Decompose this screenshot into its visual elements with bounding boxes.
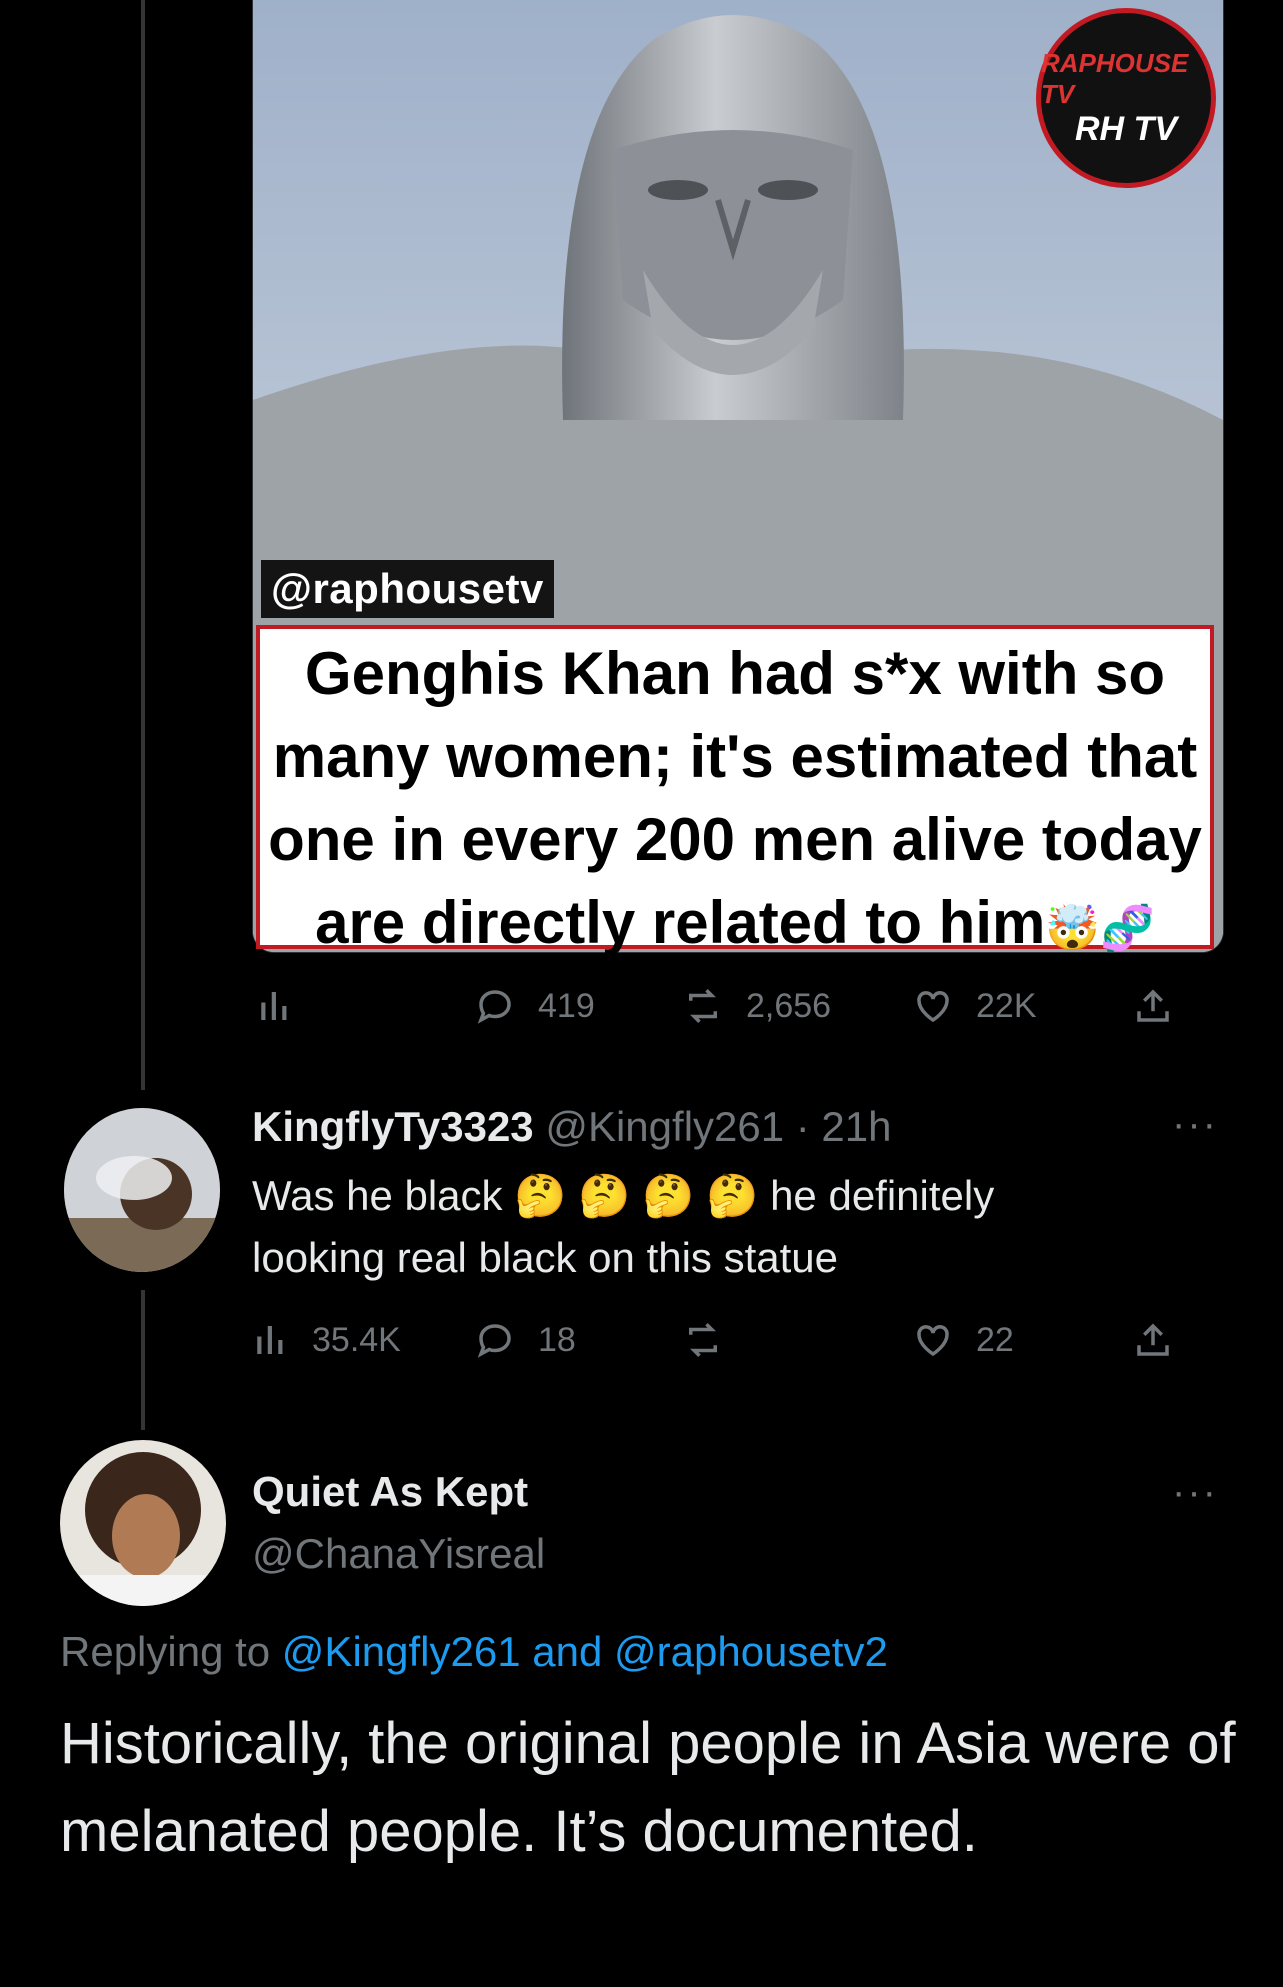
- reply1-line2: looking real black on this statue: [252, 1234, 839, 1281]
- reply1-text-start: Was he black: [252, 1172, 503, 1219]
- replying-user-raphouse[interactable]: @raphousetv2: [614, 1628, 888, 1675]
- avatar-kingfly[interactable]: [64, 1108, 220, 1272]
- reply1-timestamp[interactable]: · 21h: [796, 1103, 892, 1150]
- caption-emoji: 🤯🧬: [1045, 904, 1155, 953]
- watermark-bottom-text: RH TV: [1075, 109, 1177, 148]
- reply-icon: [477, 990, 511, 1024]
- reply1-reply-count: 18: [538, 1320, 576, 1359]
- focused-tweet-text: Historically, the original people in Asi…: [60, 1711, 1236, 1864]
- reply2-handle[interactable]: @ChanaYisreal: [252, 1530, 545, 1578]
- replying-user-kingfly[interactable]: @Kingfly261: [282, 1628, 521, 1675]
- share-icon: [1137, 989, 1169, 1022]
- thread-line-mid: [141, 1290, 145, 1430]
- avatar-chana-image: [60, 1440, 226, 1606]
- avatar-chana[interactable]: [60, 1440, 226, 1606]
- reply-icon: [477, 1324, 511, 1358]
- share-icon: [1137, 1323, 1169, 1356]
- avatar-kingfly-image: [64, 1108, 220, 1272]
- reply1-view-count: 35.4K: [312, 1320, 401, 1359]
- caption-line-4: are directly related to him: [315, 889, 1046, 956]
- reply1-text-end: he definitely: [770, 1172, 995, 1219]
- replying-to-line: Replying to @Kingfly261 and @raphousetv2: [60, 1628, 888, 1676]
- reply1-like-count: 22: [976, 1320, 1014, 1359]
- raphouse-watermark-logo: RAPHOUSE TV RH TV: [1036, 8, 1216, 188]
- caption-line-2: many women; it's estimated that: [272, 723, 1198, 790]
- reply-count: 419: [538, 986, 595, 1025]
- reply2-more-icon[interactable]: ···: [1172, 1470, 1218, 1515]
- reply1-handle[interactable]: @Kingfly261: [545, 1103, 784, 1150]
- watermark-top-text: RAPHOUSE TV: [1041, 47, 1189, 109]
- reply1-share-button[interactable]: [1132, 1310, 1174, 1370]
- heart-icon: [917, 1325, 949, 1357]
- media-caption-box: Genghis Khan had s*x with so many women;…: [256, 625, 1214, 956]
- thread-line-top: [141, 0, 145, 1090]
- reply1-text: Was he black 🤔 🤔 🤔 🤔 he definitely looki…: [252, 1165, 1212, 1289]
- reply1-like-button[interactable]: 22: [912, 1310, 1014, 1370]
- caption-line-1: Genghis Khan had s*x with so: [304, 640, 1166, 707]
- retweet-icon: [689, 1323, 717, 1357]
- retweet-count: 2,656: [746, 986, 832, 1025]
- replying-and: and: [532, 1628, 603, 1675]
- caption-line-3: one in every 200 men alive today: [268, 806, 1202, 873]
- caption-line-4-wrap: are directly related to him🤯🧬: [260, 881, 1210, 970]
- heart-icon: [917, 991, 949, 1023]
- reply2-display-name[interactable]: Quiet As Kept: [252, 1468, 528, 1516]
- reply1-views-button[interactable]: 35.4K: [252, 1310, 401, 1370]
- replying-to-label: Replying to: [60, 1628, 271, 1675]
- reply1-emojis: 🤔 🤔 🤔 🤔: [514, 1172, 759, 1219]
- media-caption-handle: @raphousetv: [261, 560, 554, 618]
- analytics-icon: [261, 992, 287, 1020]
- reply1-display-name[interactable]: KingflyTy3323: [252, 1103, 534, 1150]
- reply1-retweet-button[interactable]: [682, 1310, 746, 1370]
- like-button[interactable]: 22K: [912, 976, 1037, 1036]
- retweet-icon: [689, 989, 717, 1023]
- analytics-icon: [257, 1326, 283, 1354]
- retweet-button[interactable]: 2,656: [682, 976, 831, 1036]
- tweet-action-bar: 419 2,656 22K: [252, 976, 1202, 1036]
- reply1-more-icon[interactable]: ···: [1172, 1102, 1218, 1147]
- reply1-action-bar: 35.4K 18 22: [252, 1310, 1202, 1370]
- reply1-line1: Was he black 🤔 🤔 🤔 🤔 he definitely: [252, 1165, 1212, 1227]
- reply1-reply-button[interactable]: 18: [474, 1310, 576, 1370]
- views-button[interactable]: [256, 976, 298, 1036]
- reply1-header: KingflyTy3323 @Kingfly261 · 21h: [252, 1103, 892, 1151]
- reply-button[interactable]: 419: [474, 976, 595, 1036]
- share-button[interactable]: [1132, 976, 1174, 1036]
- like-count: 22K: [976, 986, 1037, 1025]
